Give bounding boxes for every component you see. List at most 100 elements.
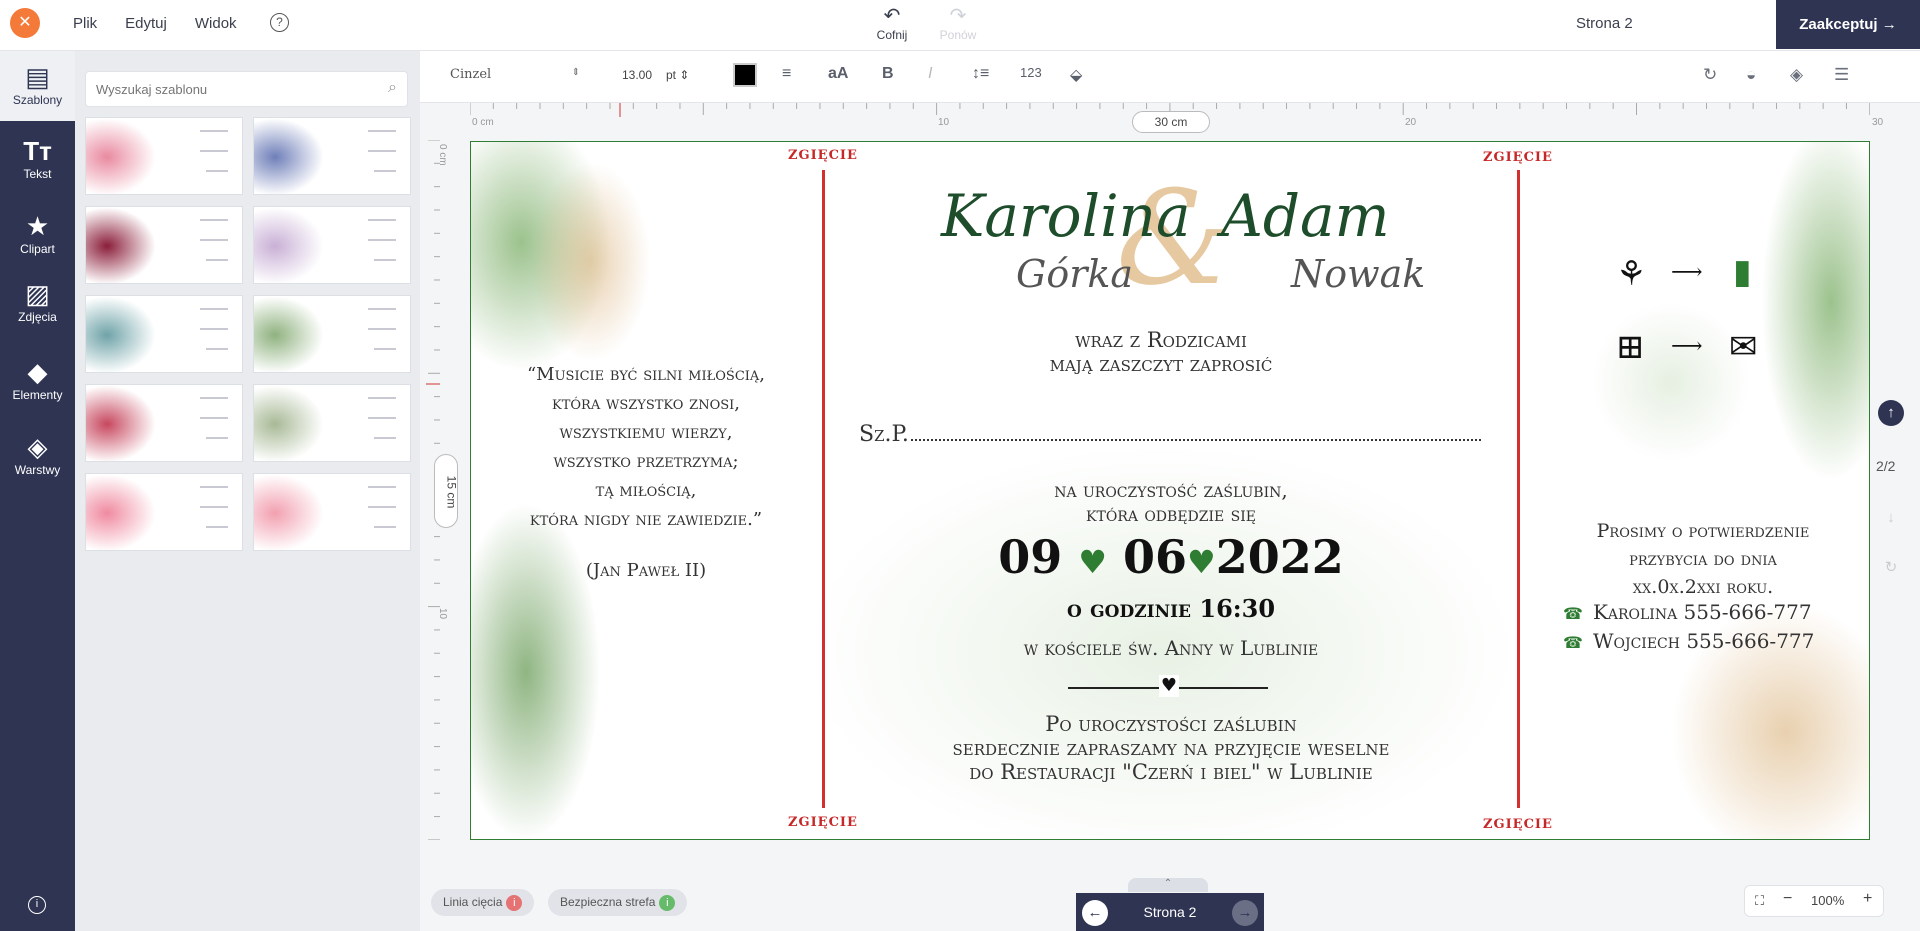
text-case-icon[interactable]: aA: [828, 65, 848, 83]
font-size-input[interactable]: 13.00: [622, 68, 652, 82]
ceremony-text[interactable]: na uroczystość zaślubin, która odbędzie …: [921, 478, 1421, 526]
accept-button[interactable]: Zaakceptuj →: [1776, 0, 1920, 49]
zoom-in-button[interactable]: +: [1863, 890, 1872, 908]
info-icon: i: [659, 895, 676, 911]
align-center-icon[interactable]: ≡: [782, 65, 791, 83]
expand-pages-handle[interactable]: ⌃: [1128, 878, 1208, 892]
refresh-icon[interactable]: ↻: [1878, 555, 1904, 581]
bride-surname[interactable]: Górka: [1016, 252, 1133, 296]
page-up-button[interactable]: ↑: [1878, 400, 1904, 426]
fullscreen-icon[interactable]: ⛶: [1755, 893, 1764, 909]
settings-sliders-icon[interactable]: ☰: [1834, 65, 1849, 85]
menu-file[interactable]: Plik: [73, 15, 97, 32]
envelope-icon[interactable]: ✉: [1729, 327, 1758, 367]
invitation-canvas[interactable]: ZGIĘCIE ZGIĘCIE ZGIĘCIE ZGIĘCIE & Karoli…: [470, 141, 1870, 840]
cut-line-label: Linia cięcia: [443, 895, 503, 909]
bride-name[interactable]: Karolina: [941, 182, 1191, 250]
reception-text[interactable]: Po uroczystości zaślubin serdecznie zapr…: [851, 712, 1491, 784]
thumbnail-text-line: [368, 150, 396, 152]
reception-line-3: do Restauracji "Czerń i biel" w Lublinie: [969, 760, 1373, 784]
redo-label: Ponów: [939, 28, 977, 42]
with-parents-line-2: mają zaszczyt zaprosić: [1049, 352, 1273, 376]
template-thumbnail[interactable]: [253, 206, 411, 284]
rsvp-text[interactable]: Prosimy o potwierdzenie przybycia do dni…: [1563, 517, 1843, 601]
template-thumbnail[interactable]: [253, 473, 411, 551]
thumbnail-text-line: [374, 348, 396, 350]
line-height-icon[interactable]: ↕≡: [972, 65, 989, 83]
groom-name[interactable]: Adam: [1221, 182, 1390, 250]
thumbnail-text-line: [200, 219, 228, 221]
nav-clipart-label: Clipart: [20, 242, 55, 256]
menu-view[interactable]: Widok: [195, 15, 237, 32]
date-year: 2022: [1215, 530, 1344, 584]
groom-surname[interactable]: Nowak: [1291, 252, 1425, 296]
left-navigation: ▤ Szablony Tт Tekst ★ Clipart ▨ Zdjęcia …: [0, 51, 75, 931]
layers-order-icon[interactable]: ◈: [1790, 65, 1803, 85]
help-icon[interactable]: ?: [270, 13, 289, 32]
nav-templates[interactable]: ▤ Szablony: [0, 51, 75, 121]
menu-edit[interactable]: Edytuj: [125, 15, 167, 32]
opacity-icon[interactable]: ◒: [1746, 65, 1756, 85]
phone-1-text: Karolina 555-666-777: [1592, 600, 1812, 624]
nav-layers[interactable]: ◈ Warstwy: [0, 421, 75, 491]
thumbnail-floral: [86, 474, 156, 550]
reception-line-2: serdecznie zapraszamy na przyjęcie wesel…: [952, 736, 1390, 760]
star-icon: ★: [25, 211, 50, 241]
info-icon[interactable]: i: [28, 896, 46, 914]
zoom-out-button[interactable]: −: [1783, 890, 1792, 908]
nav-photos[interactable]: ▨ Zdjęcia: [0, 268, 75, 338]
nav-elements[interactable]: ◆ Elementy: [0, 346, 75, 416]
close-icon[interactable]: ✕: [10, 8, 40, 38]
italic-icon[interactable]: I: [928, 65, 932, 83]
flowers-icon[interactable]: ⚘: [1616, 254, 1646, 294]
template-thumbnail[interactable]: [85, 384, 243, 462]
quote-text[interactable]: “Musicie być silni miłością, która wszys…: [511, 360, 781, 534]
template-thumbnail[interactable]: [85, 295, 243, 373]
nav-clipart[interactable]: ★ Clipart: [0, 200, 75, 270]
next-page-button[interactable]: →: [1232, 900, 1258, 926]
letter-spacing-icon[interactable]: 123: [1020, 65, 1042, 80]
arrow-right-icon: →: [1881, 16, 1897, 33]
wine-bottle-icon[interactable]: ▮: [1733, 252, 1752, 292]
thumbnail-text-line: [200, 486, 228, 488]
thumbnail-floral: [254, 385, 324, 461]
template-thumbnail[interactable]: [85, 206, 243, 284]
search-icon[interactable]: ⌕: [388, 79, 397, 97]
template-thumbnail[interactable]: [253, 295, 411, 373]
with-parents-line-1: wraz z Rodzicami: [1075, 328, 1247, 352]
church-text[interactable]: w kościele św. Anny w Lublinie: [871, 636, 1471, 660]
quote-author[interactable]: (Jan Paweł II): [511, 560, 781, 581]
nav-text[interactable]: Tт Tekst: [0, 125, 75, 195]
top-bar: ✕ Plik Edytuj Widok ? ↶ Cofnij ↷ Ponów S…: [0, 0, 1920, 51]
text-color-swatch[interactable]: [733, 63, 757, 87]
undo-button[interactable]: ↶ Cofnij: [870, 4, 914, 42]
template-thumbnail[interactable]: [85, 473, 243, 551]
safe-zone-toggle[interactable]: Bezpieczna strefa i: [548, 889, 688, 916]
ceremony-time[interactable]: o godzinie 16:30: [921, 594, 1421, 623]
image-icon: ▨: [25, 279, 50, 309]
phone-contact-2[interactable]: ☎ Wojciech 555-666-777: [1563, 629, 1814, 653]
cut-line-toggle[interactable]: Linia cięcia i: [431, 889, 535, 916]
fill-bucket-icon[interactable]: ⬙: [1070, 65, 1082, 85]
phone-2-text: Wojciech 555-666-777: [1592, 629, 1815, 653]
arrow-icon: ⟶: [1671, 260, 1703, 285]
phone-contact-1[interactable]: ☎ Karolina 555-666-777: [1563, 600, 1812, 624]
font-select[interactable]: Cinzel ⇕: [450, 67, 580, 82]
szp-label: Sz.P.: [859, 422, 909, 447]
quote-line: wszystko przetrzyma;: [553, 451, 739, 472]
template-thumbnail[interactable]: [253, 384, 411, 462]
page-down-button[interactable]: ↓: [1878, 505, 1904, 531]
search-input[interactable]: [86, 72, 366, 106]
bold-icon[interactable]: B: [882, 65, 894, 83]
rotate-icon[interactable]: ↻: [1703, 65, 1717, 85]
gift-icon[interactable]: ⊞: [1616, 327, 1645, 367]
wedding-date[interactable]: 09 ♥ 06♥2022: [921, 530, 1421, 584]
with-parents-text[interactable]: wraz z Rodzicami mają zaszczyt zaprosić: [951, 328, 1371, 376]
template-thumbnail[interactable]: [85, 117, 243, 195]
ruler-label-20: 20: [1405, 117, 1417, 128]
unit-select[interactable]: pt ⇕: [666, 68, 689, 82]
guest-name-line[interactable]: Sz.P.: [859, 422, 1481, 447]
template-thumbnail[interactable]: [253, 117, 411, 195]
redo-button[interactable]: ↷ Ponów: [936, 4, 980, 42]
thumbnail-text-line: [206, 259, 228, 261]
